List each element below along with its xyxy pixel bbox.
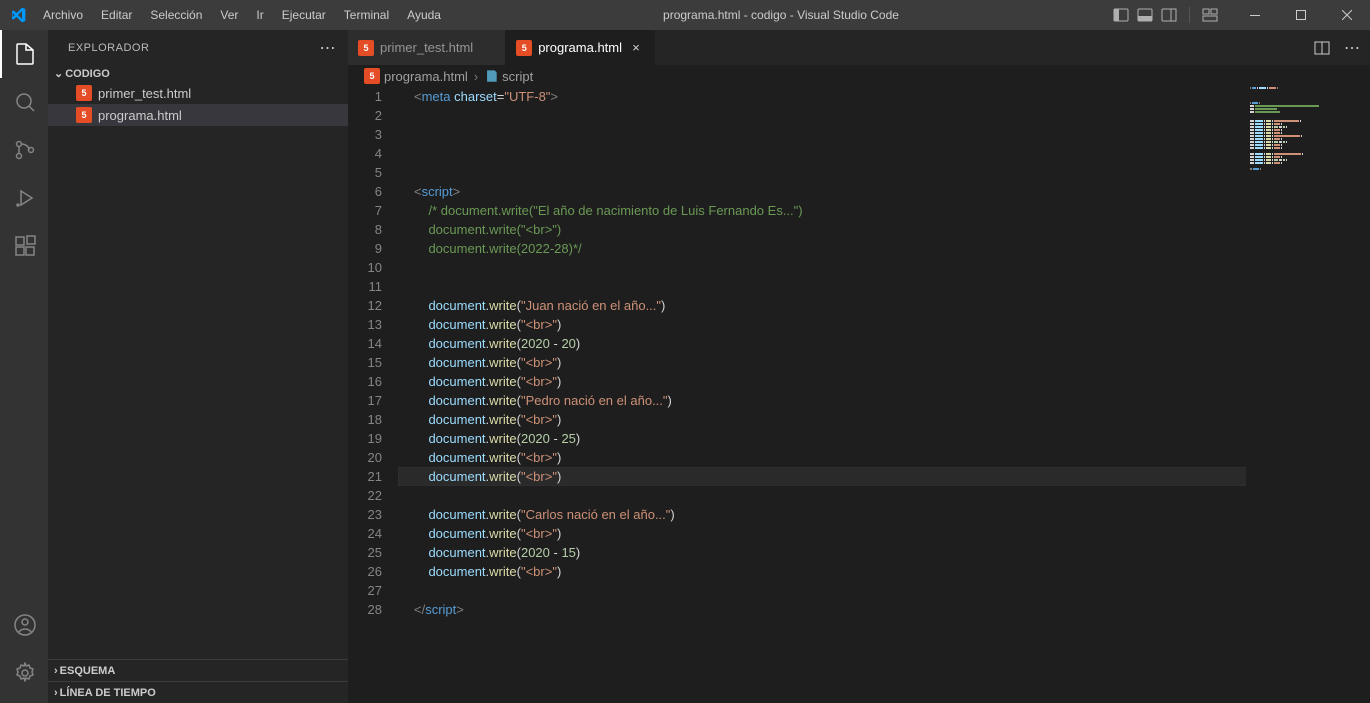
window-title: programa.html - codigo - Visual Studio C… [449,8,1113,22]
activity-bar [0,30,48,703]
menu-archivo[interactable]: Archivo [35,4,91,26]
close-button[interactable] [1324,0,1370,30]
breadcrumb-file[interactable]: programa.html [384,69,468,84]
folder-header[interactable]: ⌄ CODIGO [48,65,348,82]
toggle-primary-sidebar-icon[interactable] [1113,7,1129,23]
accounts-icon[interactable] [0,601,48,649]
vscode-logo-icon [0,7,35,23]
breadcrumb[interactable]: programa.html › script [348,65,1370,87]
explorer-icon[interactable] [0,30,48,78]
settings-gear-icon[interactable] [0,649,48,697]
toggle-panel-icon[interactable] [1137,7,1153,23]
close-icon[interactable]: × [628,40,644,55]
chevron-right-icon: › [54,687,58,699]
menu-ir[interactable]: Ir [248,4,271,26]
file-item-programa[interactable]: programa.html [48,104,348,126]
section-label: ESQUEMA [60,665,116,677]
toggle-secondary-sidebar-icon[interactable] [1161,7,1177,23]
split-editor-icon[interactable] [1314,40,1330,56]
tab-label: primer_test.html [380,40,473,55]
timeline-section[interactable]: › LÍNEA DE TIEMPO [48,681,348,703]
menu-bar: Archivo Editar Selección Ver Ir Ejecutar… [35,4,449,26]
customize-layout-icon[interactable] [1202,7,1218,23]
search-icon[interactable] [0,78,48,126]
sidebar-more-icon[interactable]: ⋯ [320,38,337,58]
file-item-primer-test[interactable]: primer_test.html [48,82,348,104]
run-debug-icon[interactable] [0,174,48,222]
code-editor[interactable]: 1234567891011121314151617181920212223242… [348,87,1370,703]
tab-bar: primer_test.html × programa.html × ⋯ [348,30,1370,65]
html5-icon [364,68,380,84]
minimap[interactable] [1246,87,1356,703]
extensions-icon[interactable] [0,222,48,270]
file-label: primer_test.html [98,86,191,101]
line-gutter: 1234567891011121314151617181920212223242… [348,87,398,703]
chevron-right-icon: › [474,69,478,84]
file-label: programa.html [98,108,182,123]
html5-icon [76,85,92,101]
sidebar: EXPLORADOR ⋯ ⌄ CODIGO primer_test.html p… [48,30,348,703]
sidebar-header: EXPLORADOR ⋯ [48,30,348,65]
tab-primer-test[interactable]: primer_test.html × [348,30,506,65]
editor-area: primer_test.html × programa.html × ⋯ pro… [348,30,1370,703]
minimize-button[interactable] [1232,0,1278,30]
html5-icon [358,40,374,56]
outline-section[interactable]: › ESQUEMA [48,659,348,681]
folder-name: CODIGO [65,68,110,80]
more-actions-icon[interactable]: ⋯ [1344,38,1360,58]
html5-icon [516,40,532,56]
code-content[interactable]: <meta charset="UTF-8"><script> /* docume… [398,87,1370,703]
maximize-button[interactable] [1278,0,1324,30]
titlebar: Archivo Editar Selección Ver Ir Ejecutar… [0,0,1370,30]
tab-label: programa.html [538,40,622,55]
breadcrumb-symbol[interactable]: script [502,69,533,84]
menu-ejecutar[interactable]: Ejecutar [274,4,334,26]
chevron-down-icon: ⌄ [54,67,63,80]
section-label: LÍNEA DE TIEMPO [60,687,156,699]
menu-ver[interactable]: Ver [212,4,246,26]
menu-terminal[interactable]: Terminal [336,4,397,26]
window-controls [1232,0,1370,30]
tab-actions: ⋯ [1314,30,1370,65]
script-symbol-icon [484,69,498,83]
chevron-right-icon: › [54,665,58,677]
layout-controls [1113,7,1232,23]
html5-icon [76,107,92,123]
file-tree: primer_test.html programa.html [48,82,348,659]
menu-seleccion[interactable]: Selección [142,4,210,26]
sidebar-title: EXPLORADOR [68,42,149,54]
vertical-scrollbar[interactable] [1356,87,1370,703]
tab-programa[interactable]: programa.html × [506,30,655,65]
source-control-icon[interactable] [0,126,48,174]
menu-ayuda[interactable]: Ayuda [399,4,449,26]
menu-editar[interactable]: Editar [93,4,140,26]
